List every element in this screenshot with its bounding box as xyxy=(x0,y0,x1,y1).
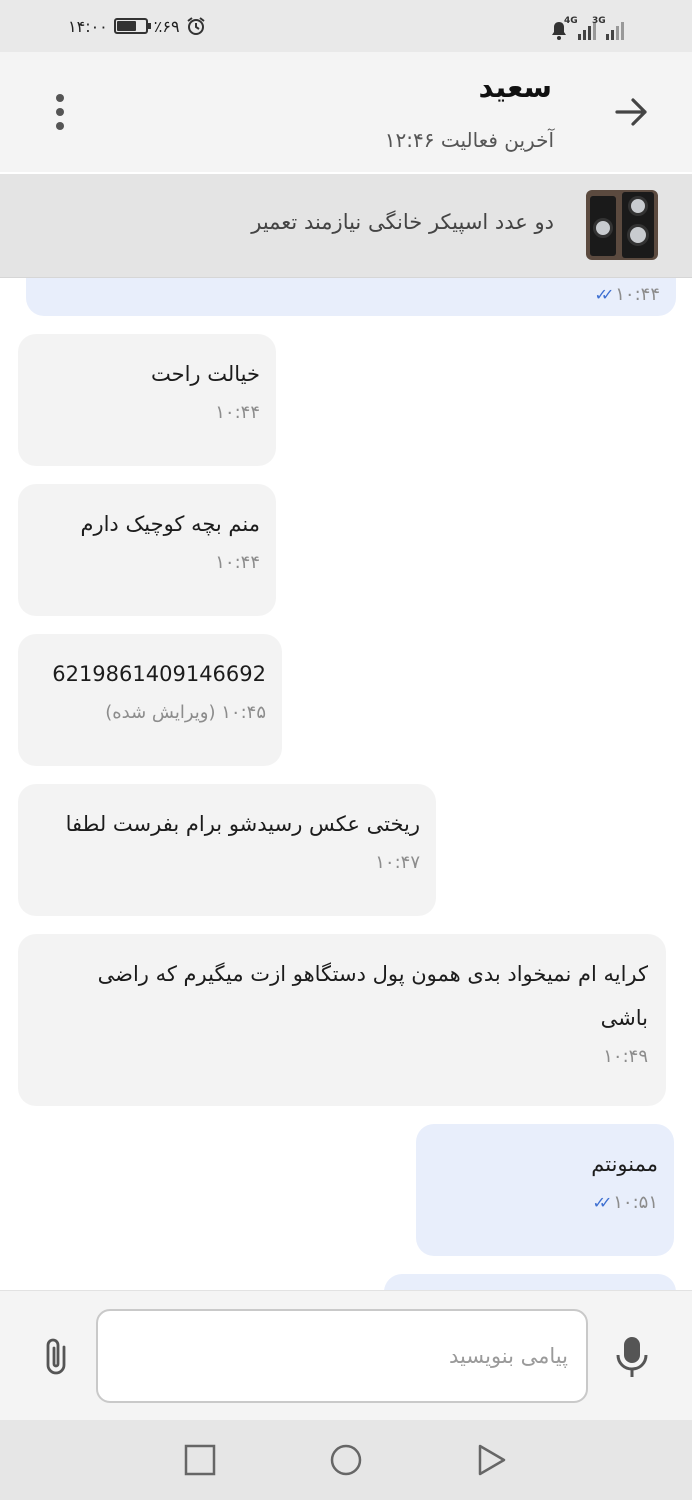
battery-percent: ٪۶۹ xyxy=(153,16,180,36)
home-icon xyxy=(330,1444,362,1476)
back-arrow-icon xyxy=(615,98,647,126)
home-button[interactable] xyxy=(328,1442,364,1478)
alarm-icon xyxy=(186,17,205,35)
message-bubble-received[interactable]: منم بچه کوچیک دارم ۱۰:۴۴ xyxy=(18,484,276,616)
message-text: ریختی عکس رسیدشو برام بفرست لطفا xyxy=(65,812,420,836)
message-input-box[interactable] xyxy=(96,1309,588,1403)
read-check-icon: ✓✓ xyxy=(592,1193,612,1212)
mic-icon xyxy=(616,1337,648,1377)
message-input[interactable] xyxy=(98,1311,586,1401)
read-check-icon: ✓✓ xyxy=(594,285,614,304)
message-time: ۱۰:۴۴ xyxy=(615,284,660,305)
message-time: ۱۰:۴۵ (ویرایش شده) xyxy=(105,702,266,723)
message-composer xyxy=(0,1290,692,1420)
last-seen: آخرین فعالیت ۱۲:۴۶ xyxy=(384,128,554,152)
message-meta: ۱۰:۴۵ (ویرایش شده) xyxy=(34,702,266,723)
message-bubble-received[interactable]: خیالت راحت ۱۰:۴۴ xyxy=(18,334,276,466)
message-time: ۱۰:۴۹ xyxy=(603,1046,648,1067)
system-nav-bar xyxy=(0,1420,692,1500)
message-meta: ۱۰:۴۹ xyxy=(34,1046,648,1067)
message-text: کرایه ام نمیخواد بدی همون پول دستگاهو از… xyxy=(97,962,648,1030)
status-left: ۱۴:۰۰ ٪۶۹ xyxy=(68,14,206,38)
message-text: 6219861409146692 xyxy=(52,662,266,686)
message-bubble-sent[interactable]: ۱۰:۴۴ ✓✓ xyxy=(26,278,676,316)
status-time: ۱۴:۰۰ xyxy=(68,16,108,36)
network-label-2: 3G xyxy=(592,16,606,26)
mic-button[interactable] xyxy=(612,1333,652,1381)
message-bubble-sent[interactable]: ممنونتم ۱۰:۵۱ ✓✓ xyxy=(416,1124,674,1256)
attach-button[interactable] xyxy=(40,1335,74,1379)
network-label-1: 4G xyxy=(564,16,578,26)
message-text: منم بچه کوچیک دارم xyxy=(80,512,260,536)
message-bubble-received[interactable]: 6219861409146692 ۱۰:۴۵ (ویرایش شده) xyxy=(18,634,282,766)
back-button[interactable] xyxy=(612,92,652,132)
message-bubble-sent-partial[interactable] xyxy=(384,1274,676,1290)
message-meta: ۱۰:۵۱ ✓✓ xyxy=(432,1192,658,1213)
back-nav-button[interactable] xyxy=(474,1442,510,1478)
message-bubble-received[interactable]: کرایه ام نمیخواد بدی همون پول دستگاهو از… xyxy=(18,934,666,1106)
battery-icon xyxy=(113,18,151,34)
message-text: ممنونتم xyxy=(591,1152,658,1176)
attach-icon xyxy=(46,1338,66,1375)
contact-name: سعید xyxy=(478,70,552,104)
message-text: خیالت راحت xyxy=(151,362,260,386)
message-meta: ۱۰:۴۴ xyxy=(34,552,260,573)
recents-icon xyxy=(184,1444,216,1476)
recents-button[interactable] xyxy=(182,1442,218,1478)
message-time: ۱۰:۵۱ xyxy=(613,1192,658,1213)
more-vert-icon[interactable] xyxy=(42,90,78,134)
message-meta: ۱۰:۴۴ xyxy=(34,402,260,423)
ad-thumbnail xyxy=(586,190,658,260)
message-time: ۱۰:۴۷ xyxy=(375,852,420,873)
status-right: 4G 3G xyxy=(550,12,624,40)
ad-strip[interactable]: دو عدد اسپیکر خانگی نیازمند تعمیر xyxy=(0,174,692,278)
message-meta: ۱۰:۴۷ xyxy=(34,852,420,873)
message-bubble-received[interactable]: ریختی عکس رسیدشو برام بفرست لطفا ۱۰:۴۷ xyxy=(18,784,436,916)
signal-icon-2: 3G xyxy=(592,16,624,40)
ad-title: دو عدد اسپیکر خانگی نیازمند تعمیر xyxy=(251,210,554,234)
message-time: ۱۰:۴۴ xyxy=(215,402,260,423)
chat-header: سعید آخرین فعالیت ۱۲:۴۶ xyxy=(0,52,692,172)
message-list[interactable]: ۱۰:۴۴ ✓✓ خیالت راحت ۱۰:۴۴ منم بچه کوچیک … xyxy=(0,278,692,1290)
message-meta: ۱۰:۴۴ ✓✓ xyxy=(42,284,660,305)
message-time: ۱۰:۴۴ xyxy=(215,552,260,573)
status-bar: ۱۴:۰۰ ٪۶۹ 4G 3G xyxy=(0,0,692,52)
back-icon xyxy=(478,1444,506,1476)
